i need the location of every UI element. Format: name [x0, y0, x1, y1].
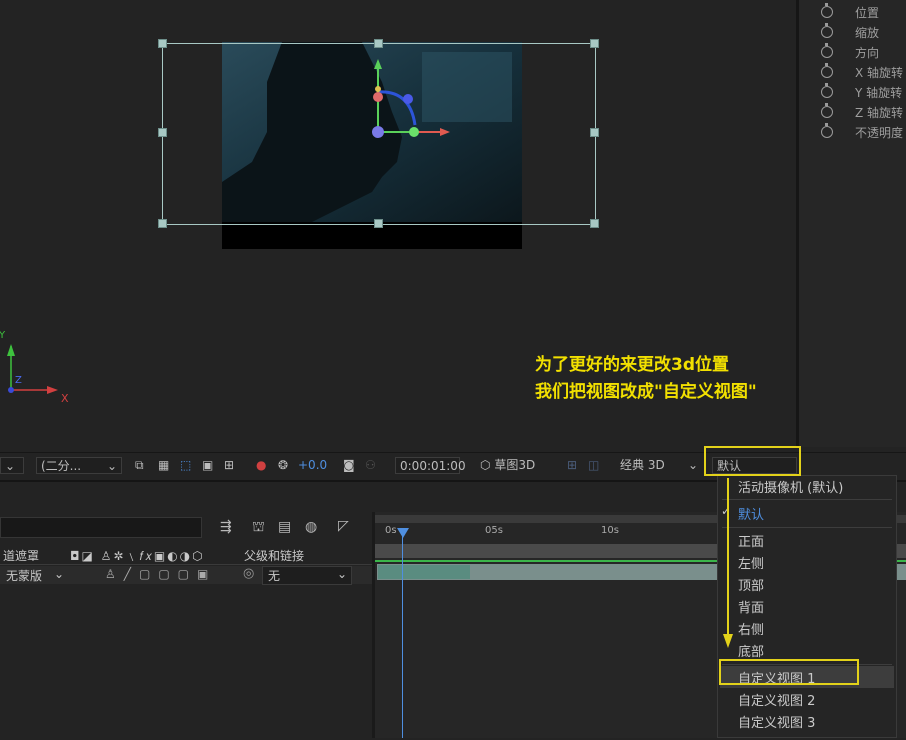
menu-item-default[interactable]: 默认 [738, 504, 764, 523]
menu-separator [722, 499, 892, 500]
property-x-rotation[interactable]: X 轴旋转 [821, 63, 903, 81]
track-matte-column-header[interactable]: 道遮罩 [3, 547, 39, 564]
extended-viewer-icon[interactable]: ◫ [588, 457, 599, 474]
color-management-icon[interactable]: ❂ [278, 457, 288, 474]
resolution-dropdown[interactable]: (二分... ⌄ [36, 457, 122, 474]
track-matte-dropdown[interactable]: 无蒙版 ⌄ [0, 567, 66, 583]
current-time-indicator[interactable] [402, 530, 403, 738]
mask-visibility-icon[interactable]: ⬚ [180, 457, 191, 474]
ruler-10s: 10s [601, 525, 619, 536]
property-scale[interactable]: 缩放 [821, 23, 879, 41]
show-snapshot-icon[interactable]: ⚇ [365, 457, 376, 474]
stopwatch-icon[interactable] [821, 63, 833, 78]
menu-item-front[interactable]: 正面 [738, 531, 764, 550]
annotation-line-1: 为了更好的来更改3d位置 [535, 355, 729, 375]
frame-blending-icon[interactable]: ▤ [278, 519, 291, 535]
region-of-interest-icon[interactable]: ▣ [202, 457, 213, 474]
shy-layers-icon[interactable]: ⛫ [252, 519, 265, 537]
tutorial-annotation: 为了更好的来更改3d位置 我们把视图改成"自定义视图" [535, 352, 757, 406]
current-time-display[interactable]: 0:00:01:00 [395, 457, 466, 474]
chevron-down-icon: ⌄ [106, 459, 117, 473]
layer-thumbnail-strip [378, 565, 470, 579]
fast-preview-icon[interactable]: ⧉ [135, 457, 144, 474]
transform-handle[interactable] [158, 128, 167, 137]
ruler-0s: 0s [385, 525, 397, 536]
menu-item-top[interactable]: 顶部 [738, 575, 764, 594]
y-axis-label: Y [0, 330, 6, 341]
stopwatch-icon[interactable] [821, 3, 833, 18]
channel-icon[interactable]: ● [256, 457, 266, 474]
switches-column-header[interactable]: ◘◪ ♙✲﹨𝑓𝑥▣◐◑⬡ [70, 547, 205, 564]
view-dropdown-highlight-box [704, 446, 801, 476]
grid-guides-icon[interactable]: ⊞ [224, 457, 234, 474]
layer-properties-panel: 位置 缩放 方向 X 轴旋转 Y 轴旋转 Z 轴旋转 不透明度 [796, 0, 906, 447]
menu-item-bottom[interactable]: 底部 [738, 641, 764, 660]
composition-flowchart-icon[interactable]: ⇶ [220, 519, 232, 535]
renderer-dropdown[interactable]: 经典 3D ⌄ [620, 457, 702, 474]
transform-handle[interactable] [158, 39, 167, 48]
transparency-grid-icon[interactable]: ▦ [158, 457, 169, 474]
chevron-down-icon: ⌄ [53, 567, 64, 581]
annotation-line-2: 我们把视图改成"自定义视图" [535, 382, 757, 402]
pick-whip-icon[interactable]: ◎ [243, 566, 254, 581]
transform-handle[interactable] [590, 39, 599, 48]
view-dropdown-menu: 活动摄像机 (默认) ✓ 默认 正面 左侧 顶部 背面 右侧 底部 自定义视图 … [717, 475, 897, 738]
property-opacity[interactable]: 不透明度 [821, 123, 903, 141]
stopwatch-icon[interactable] [821, 23, 833, 38]
transform-handle[interactable] [374, 219, 383, 228]
3d-ground-plane-icon[interactable]: ⊞ [567, 457, 577, 474]
3d-transform-gizmo-icon[interactable] [360, 55, 460, 155]
parent-link-column-header[interactable]: 父级和链接 [244, 547, 304, 564]
chevron-down-icon: ⌄ [336, 567, 347, 581]
transform-handle[interactable] [590, 128, 599, 137]
menu-item-right[interactable]: 右侧 [738, 619, 764, 638]
down-arrow-icon [723, 478, 733, 648]
parent-dropdown[interactable]: 无 ⌄ [262, 566, 352, 585]
transform-handle[interactable] [590, 219, 599, 228]
graph-editor-icon[interactable]: ◸ [338, 518, 349, 534]
composition-viewer[interactable]: Y Z X 为了更好的来更改3d位置 我们把视图改成"自定义视图" [0, 0, 796, 447]
menu-item-back[interactable]: 背面 [738, 597, 764, 616]
chevron-down-icon: ⌄ [687, 458, 698, 472]
property-position[interactable]: 位置 [821, 3, 879, 21]
menu-item-active-camera[interactable]: 活动摄像机 (默认) [738, 477, 843, 496]
x-axis-label: X [61, 392, 69, 405]
playhead-icon[interactable] [397, 528, 409, 538]
ruler-05s: 05s [485, 525, 503, 536]
layer-row[interactable]: 无蒙版 ⌄ ♙╱▢▢▢▣ ◎ 无 ⌄ [0, 566, 372, 585]
draft-3d-toggle[interactable]: ⬡ 草图3D [480, 457, 535, 474]
transform-handle[interactable] [374, 39, 383, 48]
stopwatch-icon[interactable] [821, 103, 833, 118]
stopwatch-icon[interactable] [821, 43, 833, 58]
snapshot-icon[interactable]: ◙ [343, 457, 355, 474]
motion-blur-icon[interactable]: ◍ [305, 519, 317, 535]
magnification-dropdown[interactable]: ⌄ [0, 457, 24, 474]
stopwatch-icon[interactable] [821, 123, 833, 138]
header-divider [0, 564, 372, 565]
property-orientation[interactable]: 方向 [821, 43, 879, 61]
transform-handle[interactable] [158, 219, 167, 228]
cube-icon: ⬡ [480, 458, 491, 472]
timeline-search-input[interactable] [0, 517, 202, 538]
custom-view-highlight-box [719, 659, 859, 685]
menu-item-left[interactable]: 左侧 [738, 553, 764, 572]
menu-item-custom-view-2[interactable]: 自定义视图 2 [738, 690, 815, 709]
property-z-rotation[interactable]: Z 轴旋转 [821, 103, 903, 121]
menu-separator [722, 527, 892, 528]
z-axis-label: Z [15, 375, 22, 386]
property-y-rotation[interactable]: Y 轴旋转 [821, 83, 902, 101]
stopwatch-icon[interactable] [821, 83, 833, 98]
layer-switches[interactable]: ♙╱▢▢▢▣ [105, 567, 216, 581]
menu-item-custom-view-3[interactable]: 自定义视图 3 [738, 712, 815, 731]
exposure-value[interactable]: +0.0 [298, 457, 327, 474]
